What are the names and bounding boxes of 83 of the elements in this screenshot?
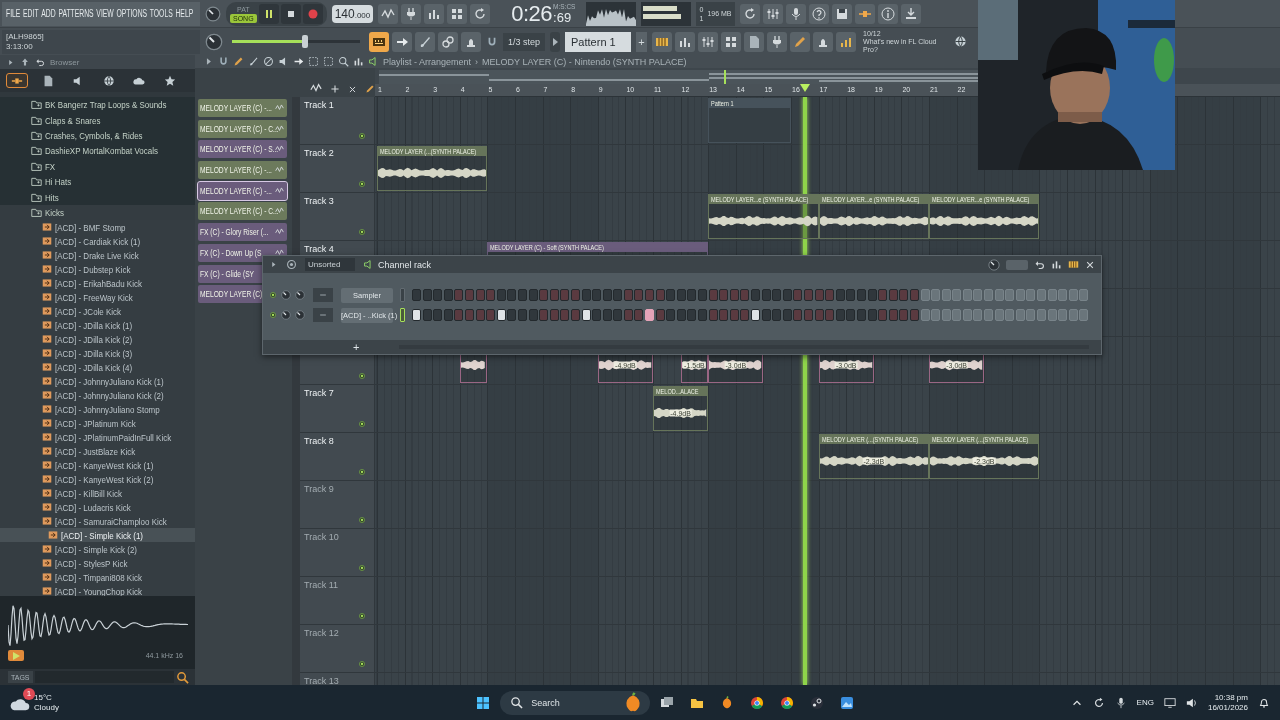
tree-item[interactable]: [ACD] - KillBill Kick: [0, 486, 195, 501]
channel-button[interactable]: FX (C) - Glory Riser (...: [198, 223, 287, 242]
tree-item[interactable]: [ACD] - Simple Kick (2): [0, 542, 195, 557]
tempo-fraction: .000: [354, 10, 371, 20]
browser-title: Browser: [50, 57, 80, 67]
playlist-path: MELODY LAYER (C) - Nintendo (SYNTH PALACE): [482, 56, 687, 67]
window-title: Channel rack: [378, 259, 432, 270]
tree-item[interactable]: [ACD] - Ludacris Kick: [0, 500, 195, 515]
temperature[interactable]: 15°C: [34, 692, 59, 703]
hint-title: [ALH9865]: [6, 31, 45, 42]
tree-item[interactable]: [ACD] - JPlatinumPaidInFull Kick: [0, 430, 195, 445]
tree-item[interactable]: [ACD] - YoungChop Kick: [0, 584, 195, 596]
track-name[interactable]: Track 4: [304, 244, 334, 254]
channel-button[interactable]: MELODY LAYER (C) - S...: [198, 140, 287, 159]
menu-item[interactable]: VIEW: [96, 8, 114, 19]
add-pattern-button[interactable]: +: [636, 31, 648, 52]
track-name[interactable]: Track 1: [304, 100, 334, 110]
language-indicator[interactable]: ENG: [1136, 698, 1154, 707]
tree-item[interactable]: [ACD] - FreeWay Kick: [0, 290, 195, 305]
track-name[interactable]: Track 3: [304, 196, 334, 206]
tree-item[interactable]: [ACD] - JCole Kick: [0, 304, 195, 319]
channel-button[interactable]: MELODY LAYER (C) -...: [198, 181, 287, 200]
tree-item[interactable]: [ACD] - JustBlaze Kick: [0, 444, 195, 459]
tree-item[interactable]: [ACD] - Cardiak Kick (1): [0, 234, 195, 249]
menu-item[interactable]: ADD: [41, 8, 56, 19]
channel-button[interactable]: MELODY LAYER (C) -...: [198, 99, 287, 117]
menu-item[interactable]: TOOLS: [149, 8, 173, 19]
tree-item[interactable]: [ACD] - JDilla Kick (3): [0, 346, 195, 361]
tree-item[interactable]: [ACD] - JohnnyJuliano Kick (1): [0, 374, 195, 389]
tree-item[interactable]: [ACD] - Simple Kick (1): [0, 528, 195, 543]
hint-value: 3:13:00: [6, 41, 34, 52]
tree-item[interactable]: [ACD] - KanyeWest Kick (2): [0, 472, 195, 487]
menu-item[interactable]: PATTERNS: [58, 8, 94, 19]
track-name[interactable]: Track 11: [304, 580, 338, 590]
tree-item[interactable]: [ACD] - JohnnyJuliano Stomp: [0, 402, 195, 417]
tree-item[interactable]: [ACD] - StylesP Kick: [0, 556, 195, 571]
clock-time[interactable]: 10:38 pm: [1214, 692, 1248, 703]
tempo-value: 140: [334, 6, 355, 21]
tree-item[interactable]: BK Bangerz Trap Loops & Sounds: [0, 97, 195, 113]
search-placeholder: Search: [531, 697, 561, 708]
tree-item[interactable]: [ACD] - JohnnyJuliano Kick (2): [0, 388, 195, 403]
tree-item[interactable]: Hits: [0, 189, 195, 205]
tree-item[interactable]: [ACD] - JDilla Kick (2): [0, 332, 195, 347]
tree-item[interactable]: [ACD] - Timpani808 Kick: [0, 570, 195, 585]
menu-item[interactable]: FILE: [6, 8, 21, 19]
tree-item[interactable]: [ACD] - Drake Live Kick: [0, 248, 195, 263]
time-value: 0:26: [511, 0, 553, 27]
tree-item[interactable]: Claps & Snares: [0, 112, 195, 128]
menu-item[interactable]: EDIT: [23, 8, 39, 19]
channel-button[interactable]: MELODY LAYER (C) - C...: [198, 202, 287, 221]
track-name[interactable]: Track 9: [304, 484, 334, 494]
channel-button[interactable]: FX (C) - Down Up (S: [198, 243, 287, 262]
track-name[interactable]: Track 12: [304, 628, 339, 638]
tree-item[interactable]: [ACD] - JPlatinum Kick: [0, 416, 195, 431]
add-channel-button[interactable]: +: [353, 341, 360, 353]
tree-item[interactable]: [ACD] - JDilla Kick (1): [0, 318, 195, 333]
weather-condition[interactable]: Cloudy: [34, 702, 59, 713]
tree-item[interactable]: [ACD] - Dubstep Kick: [0, 262, 195, 277]
tree-item[interactable]: [ACD] - JDilla Kick (4): [0, 360, 195, 375]
time-centiseconds: :69: [553, 9, 572, 25]
playlist-title: Playlist - Arrangement: [383, 56, 472, 67]
track-name[interactable]: Track 13: [304, 676, 339, 685]
track-name[interactable]: Track 2: [304, 148, 334, 158]
breadcrumb-separator: ›: [475, 56, 479, 67]
filter-dropdown[interactable]: Unsorted: [305, 258, 355, 271]
clock-date[interactable]: 16/01/2026: [1207, 702, 1248, 713]
tree-item[interactable]: [ACD] - SamuraiChamploo Kick: [0, 514, 195, 529]
track-name[interactable]: Track 10: [304, 532, 339, 542]
channel-button[interactable]: MELODY LAYER (C) - C...: [198, 119, 287, 138]
tempo-field[interactable]: 140.000: [331, 4, 374, 23]
snap-select[interactable]: 1/3 step: [503, 32, 546, 51]
search-field[interactable]: Search: [500, 690, 651, 715]
menu-item[interactable]: HELP: [175, 8, 194, 19]
menu-item[interactable]: OPTIONS: [116, 8, 148, 19]
pattern-selector[interactable]: Pattern 1: [565, 31, 632, 52]
notification-badge: 1: [23, 687, 35, 700]
tree-item[interactable]: [ACD] - BMF Stomp: [0, 220, 195, 235]
track-name[interactable]: Track 7: [304, 388, 334, 398]
tree-item[interactable]: [ACD] - ErikahBadu Kick: [0, 276, 195, 291]
channel-button[interactable]: MELODY LAYER (C) -...: [198, 161, 287, 180]
track-name[interactable]: Track 8: [304, 436, 334, 446]
tree-item[interactable]: [ACD] - KanyeWest Kick (1): [0, 458, 195, 473]
tree-item[interactable]: DashieXP MortalKombat Vocals: [0, 143, 195, 159]
